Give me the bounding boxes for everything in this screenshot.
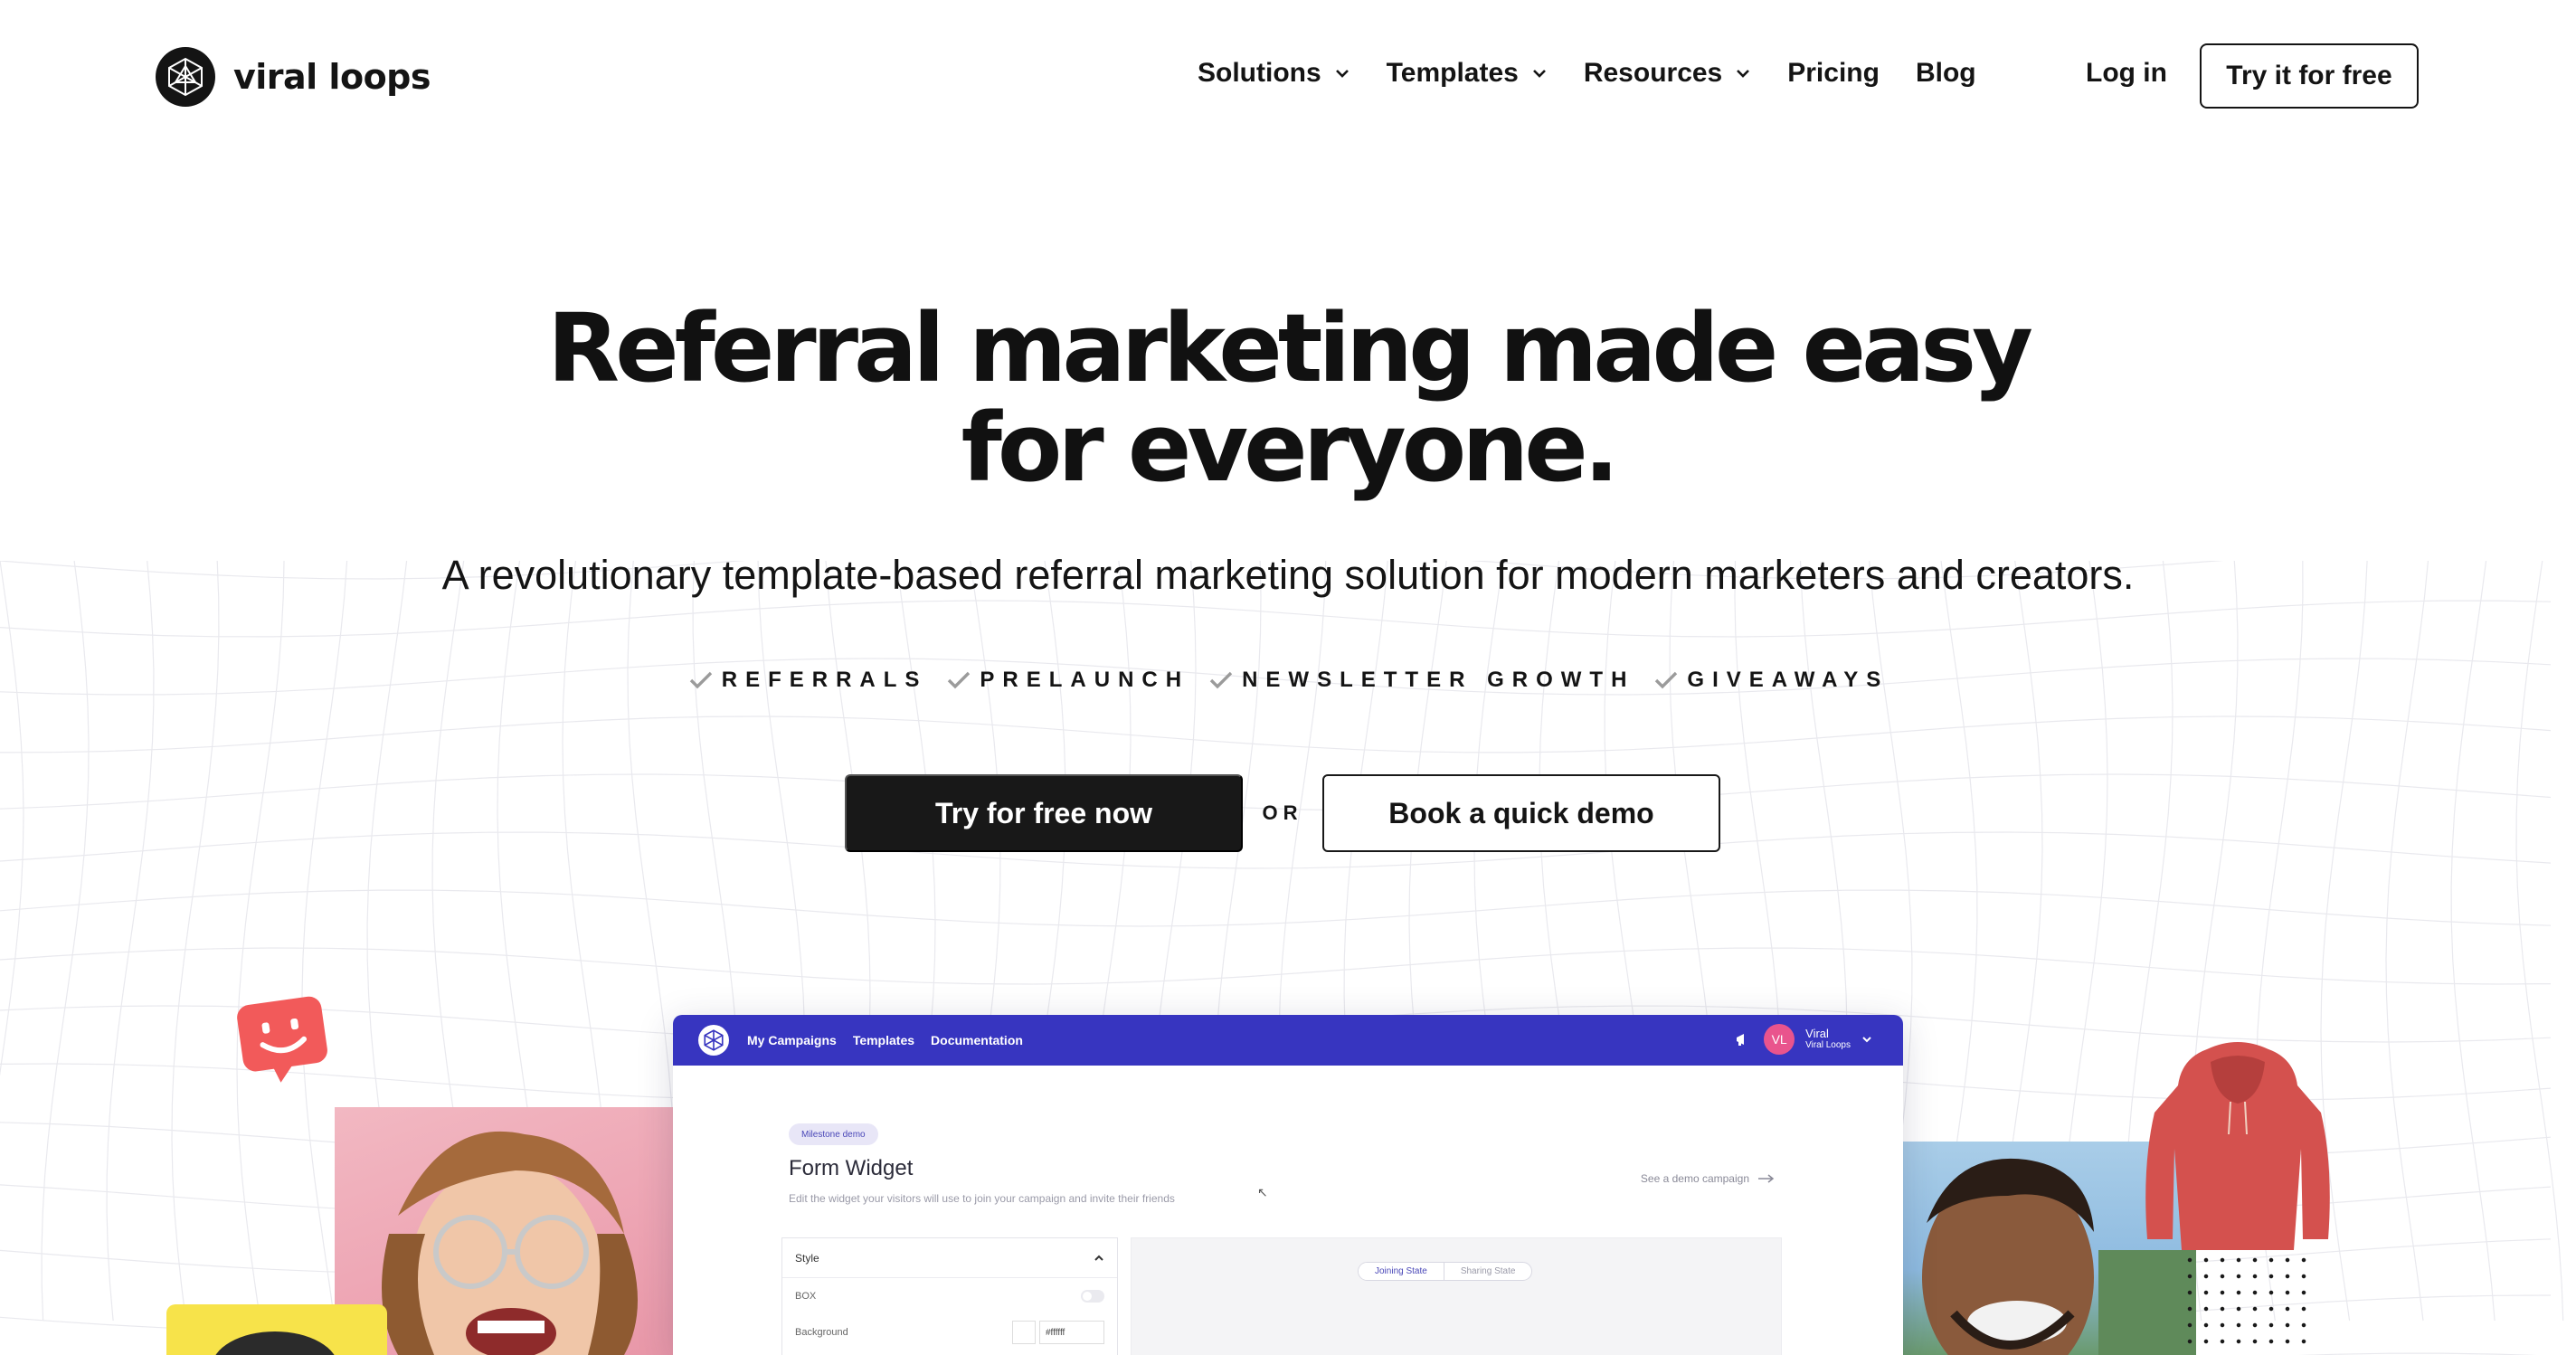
- background-swatch[interactable]: [1012, 1321, 1036, 1344]
- chevron-down-icon: [1532, 70, 1546, 78]
- nav-pricing-label: Pricing: [1787, 58, 1880, 88]
- hoodie-image: [2145, 1042, 2330, 1250]
- arrow-right-icon: [1758, 1174, 1775, 1183]
- see-demo-campaign-link[interactable]: See a demo campaign: [1641, 1172, 1776, 1185]
- check-icon: [948, 671, 971, 689]
- tab-joining-state[interactable]: Joining State: [1359, 1263, 1444, 1280]
- background-hex-input[interactable]: #ffffff: [1039, 1321, 1104, 1344]
- nav-templates[interactable]: Templates: [1387, 58, 1548, 89]
- background-row: Background #ffffff: [782, 1314, 1117, 1350]
- widget-preview-panel: Joining State Sharing State: [1131, 1237, 1782, 1355]
- chevron-up-icon: [1094, 1255, 1103, 1261]
- page-title: Form Widget: [789, 1156, 914, 1180]
- box-toggle[interactable]: [1081, 1290, 1104, 1303]
- check-label: REFERRALS: [721, 668, 928, 692]
- viral-loops-logo-icon: [698, 1025, 729, 1056]
- chevron-down-icon[interactable]: [1861, 1034, 1872, 1045]
- hero-title: Referral marketing made easy for everyon…: [0, 298, 2576, 497]
- box-label: BOX: [795, 1291, 817, 1302]
- app-topbar: My Campaigns Templates Documentation VL …: [673, 1015, 1903, 1066]
- check-icon: [1209, 671, 1233, 689]
- avatar[interactable]: VL: [1764, 1024, 1795, 1055]
- nav-templates-label: Templates: [1386, 58, 1519, 88]
- state-tabs: Joining State Sharing State: [1358, 1262, 1533, 1281]
- viral-loops-logo-icon: [156, 47, 215, 107]
- check-prelaunch: PRELAUNCH: [945, 668, 1189, 693]
- dot-pattern: [2182, 1252, 2317, 1355]
- try-it-free-button[interactable]: Try it for free: [2200, 43, 2419, 109]
- top-navigation: viral loops Solutions Templates Resource…: [0, 0, 2576, 154]
- demo-link-label: See a demo campaign: [1640, 1172, 1749, 1185]
- login-link[interactable]: Log in: [2086, 58, 2167, 89]
- try-for-free-now-button[interactable]: Try for free now: [845, 774, 1243, 852]
- brand-name: viral loops: [233, 57, 431, 97]
- check-label: PRELAUNCH: [980, 668, 1190, 692]
- nav-resources[interactable]: Resources: [1584, 58, 1751, 89]
- check-giveaways: GIVEAWAYS: [1653, 668, 1889, 693]
- app-user-area: VL Viral Viral Loops: [1735, 1024, 1872, 1055]
- user-org: Viral Loops: [1805, 1040, 1851, 1050]
- app-preview: My Campaigns Templates Documentation VL …: [673, 1015, 1903, 1355]
- app-body: Milestone demo Form Widget Edit the widg…: [673, 1066, 1903, 1355]
- main-menu: Solutions Templates Resources Pricing Bl…: [1198, 58, 2012, 89]
- box-row: BOX: [782, 1278, 1117, 1314]
- style-panel-header[interactable]: Style: [782, 1238, 1117, 1278]
- chevron-down-icon: [1737, 70, 1750, 78]
- yellow-photo-card: [166, 1304, 387, 1355]
- check-icon: [689, 671, 712, 689]
- mouse-cursor-icon: ↖: [1257, 1185, 1268, 1199]
- style-panel-title: Style: [795, 1251, 819, 1265]
- book-demo-button[interactable]: Book a quick demo: [1322, 774, 1720, 852]
- background-label: Background: [795, 1327, 848, 1338]
- check-icon: [1655, 671, 1678, 689]
- style-panel: Style BOX Background #ffffff: [781, 1237, 1118, 1355]
- campaign-pill: Milestone demo: [789, 1123, 878, 1145]
- page-description: Edit the widget your visitors will use t…: [789, 1192, 1175, 1205]
- app-nav-templates[interactable]: Templates: [853, 1033, 914, 1047]
- chevron-down-icon: [1335, 70, 1349, 78]
- tab-sharing-state[interactable]: Sharing State: [1444, 1263, 1532, 1280]
- nav-blog[interactable]: Blog: [1916, 58, 1976, 89]
- check-label: GIVEAWAYS: [1687, 668, 1889, 692]
- user-name: Viral: [1805, 1027, 1829, 1040]
- check-newsletter-growth: NEWSLETTER GROWTH: [1208, 668, 1634, 693]
- or-separator: OR: [1262, 801, 1303, 824]
- nav-solutions-label: Solutions: [1198, 58, 1321, 88]
- nav-resources-label: Resources: [1583, 58, 1723, 88]
- check-label: NEWSLETTER GROWTH: [1242, 668, 1635, 692]
- megaphone-icon[interactable]: [1735, 1031, 1751, 1047]
- app-nav-my-campaigns[interactable]: My Campaigns: [747, 1033, 837, 1047]
- background-color-field: #ffffff: [1012, 1321, 1104, 1344]
- app-nav-documentation[interactable]: Documentation: [931, 1033, 1023, 1047]
- nav-pricing[interactable]: Pricing: [1787, 58, 1880, 89]
- hero-title-line-2: for everyone.: [961, 393, 1620, 503]
- brand-logo[interactable]: viral loops: [156, 47, 431, 107]
- hero-title-line-1: Referral marketing made easy: [547, 293, 2033, 403]
- user-info: Viral Viral Loops: [1805, 1028, 1851, 1051]
- nav-blog-label: Blog: [1915, 58, 1976, 88]
- hero-cta-row: Try for free now OR Book a quick demo: [845, 774, 1720, 852]
- smiley-chat-icon: [237, 996, 327, 1083]
- hero-subtitle: A revolutionary template-based referral …: [441, 552, 2135, 598]
- feature-checklist: REFERRALS PRELAUNCH NEWSLETTER GROWTH GI…: [0, 668, 2576, 693]
- nav-solutions[interactable]: Solutions: [1198, 58, 1350, 89]
- check-referrals: REFERRALS: [687, 668, 928, 693]
